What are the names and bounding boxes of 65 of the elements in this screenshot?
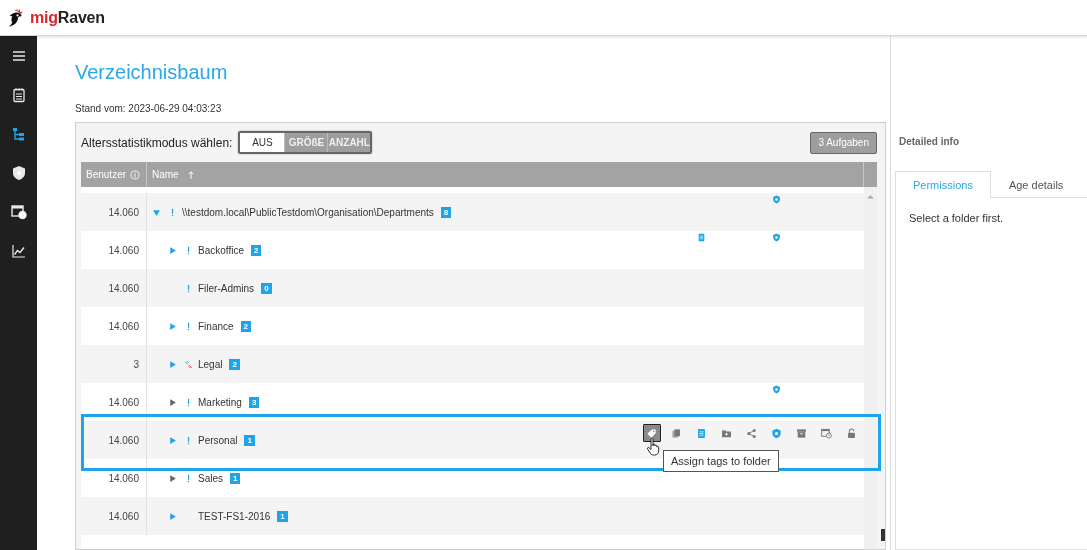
- users-cell: 14.060: [81, 497, 147, 535]
- folder-plus-icon: [721, 427, 732, 439]
- folder-tree-icon: [10, 125, 27, 142]
- copy-icon: [671, 427, 682, 439]
- folder-name: Marketing: [198, 396, 242, 408]
- folder-name: Personal: [198, 434, 238, 446]
- logo-wordmark: migRaven: [30, 8, 105, 27]
- tab[interactable]: Age details: [990, 171, 1082, 198]
- notepad-icon: [10, 86, 27, 103]
- tooltip: Assign tags to folder: [663, 450, 779, 472]
- folder-name: Sales: [198, 472, 223, 484]
- document-icon: [697, 233, 706, 242]
- scrollbar[interactable]: [864, 187, 877, 549]
- shield-icon: [772, 233, 781, 242]
- expand-triangle-icon[interactable]: [168, 359, 177, 369]
- count-badge: 1: [230, 472, 241, 484]
- expand-triangle-icon[interactable]: [168, 435, 177, 445]
- unlocked-padlock-icon: [846, 427, 857, 439]
- table-row[interactable]: 3 Legal 2: [81, 345, 864, 383]
- count-badge: 2: [250, 244, 262, 256]
- details-title: Detailed info: [898, 136, 960, 148]
- empty-message: Select a folder first.: [909, 212, 1005, 224]
- tag-icon: [646, 427, 657, 439]
- count-badge: 1: [277, 510, 288, 522]
- calendar-clock-icon: [821, 427, 832, 439]
- calendar-clock-icon: [10, 203, 27, 220]
- scroll-thumb[interactable]: [881, 529, 885, 541]
- shield-icon: [772, 195, 781, 204]
- info-icon: [130, 169, 141, 180]
- collapse-triangle-icon[interactable]: [152, 207, 161, 217]
- table-row[interactable]: 14.060 TEST-FS1-2016 1: [81, 497, 864, 535]
- shield-icon: [771, 427, 782, 439]
- column-label: Name: [152, 169, 179, 180]
- folder-name: Backoffice: [198, 244, 244, 256]
- page-title: Verzeichnisbaum: [75, 60, 229, 84]
- sort-arrow-icon: [185, 169, 196, 180]
- count-badge: 1: [244, 434, 255, 446]
- table-row[interactable]: 14.060 Filer-Admins 0: [81, 269, 864, 307]
- mode-button[interactable]: AUS: [240, 133, 285, 152]
- folder-name: Filer-Admins: [198, 282, 255, 294]
- expand-triangle-icon[interactable]: [168, 245, 177, 255]
- folder-name: \\testdom.local\PublicTestdom\Organisation\Departments: [182, 206, 434, 218]
- row-action-button[interactable]: [642, 424, 661, 442]
- shield-icon: [772, 385, 781, 394]
- count-badge: 8: [440, 206, 452, 218]
- column-label: Benutzer: [86, 169, 127, 180]
- expand-triangle-icon[interactable]: [168, 511, 177, 521]
- expand-triangle-icon[interactable]: [168, 321, 177, 331]
- logo[interactable]: migRaven: [7, 7, 105, 28]
- folder-name: TEST-FS1-2016: [198, 510, 271, 522]
- broken-link-icon: [184, 359, 193, 369]
- folder-name: Legal: [198, 358, 223, 370]
- table-row[interactable]: 14.060 \\testdom.local\PublicTestdom\Organisation\Departments 8: [81, 193, 864, 231]
- count-badge: 2: [229, 358, 240, 370]
- share-icon: [746, 427, 757, 439]
- archive-box-icon: [796, 427, 807, 439]
- shield-icon: [10, 164, 27, 181]
- line-chart-icon: [10, 242, 27, 259]
- count-badge: 2: [240, 320, 252, 332]
- timestamp-text: Stand vom: 2023-06-29 04:03:23: [75, 103, 223, 115]
- mode-label: Altersstatistikmodus wählen:: [81, 135, 233, 150]
- folder-name: Finance: [198, 320, 234, 332]
- document-icon: [696, 427, 707, 439]
- count-badge: 3: [248, 396, 260, 408]
- count-badge: 0: [261, 282, 272, 294]
